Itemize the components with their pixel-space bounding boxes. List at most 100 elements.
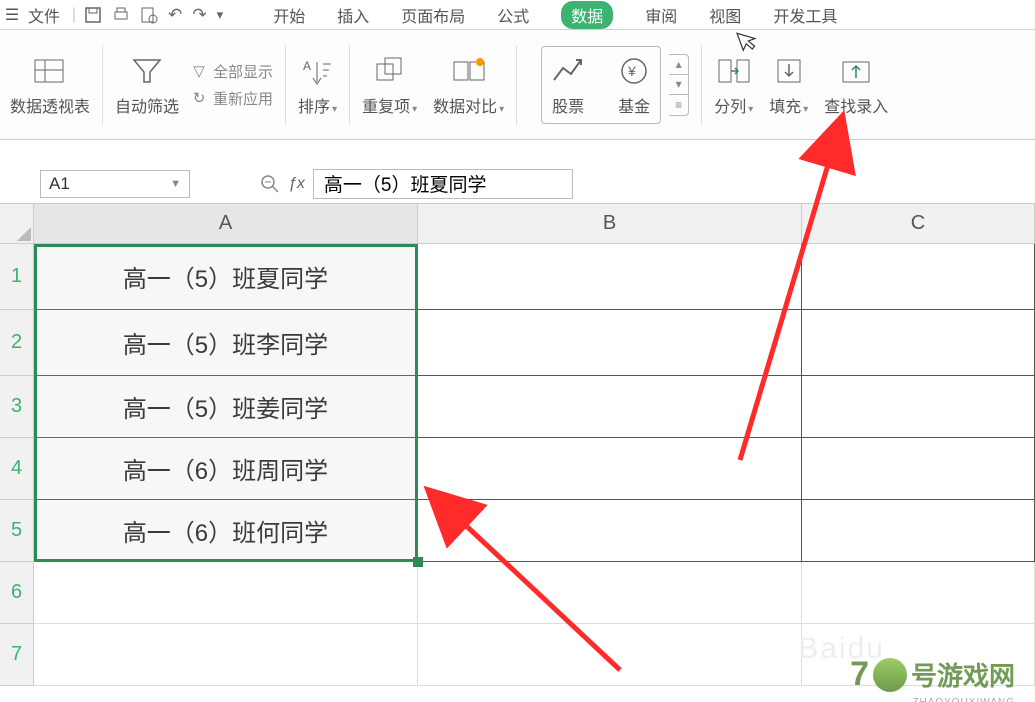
column-header-C[interactable]: C — [802, 204, 1035, 244]
cell-C5[interactable] — [802, 500, 1035, 562]
cell-A7[interactable] — [34, 624, 418, 686]
formula-bar: A1 ▼ ƒx 高一（5）班夏同学 — [0, 164, 1035, 204]
svg-text:A: A — [303, 59, 311, 73]
fill-label: 填充 — [769, 99, 801, 116]
tab-dev[interactable]: 开发工具 — [773, 3, 837, 27]
menu-icon[interactable]: ☰ — [2, 5, 22, 25]
site-watermark: 7 号游戏网 ZHAOYOUXIWANG — [850, 655, 1015, 694]
pivot-table-button[interactable]: 数据透视表 — [10, 53, 90, 117]
column-header-A[interactable]: A — [34, 204, 418, 244]
separator: | — [72, 6, 76, 24]
funnel-icon — [129, 53, 165, 89]
row-header-2[interactable]: 2 — [0, 310, 34, 376]
cell-B7[interactable] — [418, 624, 802, 686]
cell-B1[interactable] — [418, 244, 802, 310]
row-header-5[interactable]: 5 — [0, 500, 34, 562]
funds-icon: ¥ — [616, 53, 652, 89]
duplicates-icon — [372, 53, 408, 89]
reapply-button[interactable]: ↻重新应用 — [189, 88, 273, 109]
zoom-out-icon[interactable] — [260, 174, 280, 194]
text-to-columns-label: 分列 — [714, 99, 746, 116]
cell-A1[interactable]: 高一（5）班夏同学 — [34, 244, 418, 310]
select-all-corner[interactable] — [0, 204, 34, 244]
row-header-7[interactable]: 7 — [0, 624, 34, 686]
cell-B5[interactable] — [418, 500, 802, 562]
find-entry-label: 查找录入 — [824, 93, 888, 117]
row-header-6[interactable]: 6 — [0, 562, 34, 624]
find-entry-button[interactable]: 查找录入 — [824, 53, 888, 117]
cell-C3[interactable] — [802, 376, 1035, 438]
svg-text:¥: ¥ — [627, 63, 636, 79]
cell-B6[interactable] — [418, 562, 802, 624]
cell-C4[interactable] — [802, 438, 1035, 500]
watermark-prefix: 7 — [850, 655, 869, 694]
row-header-4[interactable]: 4 — [0, 438, 34, 500]
row-header-1[interactable]: 1 — [0, 244, 34, 310]
stocks-label: 股票 — [552, 93, 584, 117]
formula-input[interactable]: 高一（5）班夏同学 — [313, 169, 573, 199]
stocks-button[interactable]: 股票 — [550, 53, 586, 117]
cell-A6[interactable] — [34, 562, 418, 624]
tab-start[interactable]: 开始 — [273, 3, 305, 27]
print-icon[interactable] — [112, 6, 130, 24]
name-box-value: A1 — [49, 174, 70, 194]
cell-A4[interactable]: 高一（6）班周同学 — [34, 438, 418, 500]
reapply-label: 重新应用 — [213, 88, 273, 109]
cell-A5[interactable]: 高一（6）班何同学 — [34, 500, 418, 562]
gallery-expand[interactable]: ▴▾≡ — [669, 54, 689, 116]
undo-icon[interactable]: ↶ — [168, 5, 182, 25]
autofilter-button[interactable]: 自动筛选 — [115, 53, 179, 117]
row-header-3[interactable]: 3 — [0, 376, 34, 438]
show-all-label: 全部显示 — [213, 61, 273, 82]
print-preview-icon[interactable] — [140, 6, 158, 24]
tab-pagelayout[interactable]: 页面布局 — [401, 3, 465, 27]
datatype-gallery: 股票 ¥ 基金 — [541, 46, 661, 124]
quick-access-toolbar: ↶ ↷ ▾ — [84, 5, 223, 25]
cell-C2[interactable] — [802, 310, 1035, 376]
tab-data[interactable]: 数据 — [561, 1, 613, 29]
compare-button[interactable]: 数据对比▾ — [433, 53, 504, 117]
sort-button[interactable]: A 排序▾ — [298, 53, 337, 117]
columns-icon — [716, 53, 752, 89]
column-header-B[interactable]: B — [418, 204, 802, 244]
cell-B4[interactable] — [418, 438, 802, 500]
sort-label: 排序 — [298, 99, 330, 116]
show-all-button[interactable]: ▽全部显示 — [189, 61, 273, 82]
compare-icon — [451, 53, 487, 89]
tab-formula[interactable]: 公式 — [497, 3, 529, 27]
stocks-icon — [550, 53, 586, 89]
funnel-clear-icon: ▽ — [189, 61, 209, 81]
funds-button[interactable]: ¥ 基金 — [616, 53, 652, 117]
cell-C6[interactable] — [802, 562, 1035, 624]
fill-button[interactable]: 填充▾ — [769, 53, 808, 117]
duplicates-button[interactable]: 重复项▾ — [362, 53, 417, 117]
compare-label: 数据对比 — [433, 99, 497, 116]
cell-A3[interactable]: 高一（5）班姜同学 — [34, 376, 418, 438]
spreadsheet-grid: ABC 1234567 高一（5）班夏同学高一（5）班李同学高一（5）班姜同学高… — [0, 204, 1035, 702]
ribbon: 数据透视表 自动筛选 ▽全部显示 ↻重新应用 A 排序▾ 重复项▾ 数据对比▾ — [0, 30, 1035, 140]
duplicates-label: 重复项 — [362, 99, 410, 116]
tab-insert[interactable]: 插入 — [337, 3, 369, 27]
fill-icon — [771, 53, 807, 89]
text-to-columns-button[interactable]: 分列▾ — [714, 53, 753, 117]
name-box[interactable]: A1 ▼ — [40, 170, 190, 198]
fx-icon[interactable]: ƒx — [288, 175, 305, 193]
ball-icon — [873, 658, 907, 692]
refresh-icon: ↻ — [189, 88, 209, 108]
watermark-text: 号游戏网 — [911, 656, 1015, 693]
tab-view[interactable]: 视图 — [709, 3, 741, 27]
formula-value: 高一（5）班夏同学 — [324, 170, 487, 197]
funds-label: 基金 — [618, 93, 650, 117]
watermark-sub: ZHAOYOUXIWANG — [912, 697, 1015, 702]
menu-file[interactable]: 文件 — [28, 3, 60, 27]
tab-review[interactable]: 审阅 — [645, 3, 677, 27]
cell-A2[interactable]: 高一（5）班李同学 — [34, 310, 418, 376]
qat-dropdown-icon[interactable]: ▾ — [217, 7, 224, 23]
save-icon[interactable] — [84, 6, 102, 24]
cell-C1[interactable] — [802, 244, 1035, 310]
cell-B3[interactable] — [418, 376, 802, 438]
cell-B2[interactable] — [418, 310, 802, 376]
find-entry-icon — [838, 53, 874, 89]
redo-icon[interactable]: ↷ — [192, 5, 206, 25]
pivot-label: 数据透视表 — [10, 93, 90, 117]
